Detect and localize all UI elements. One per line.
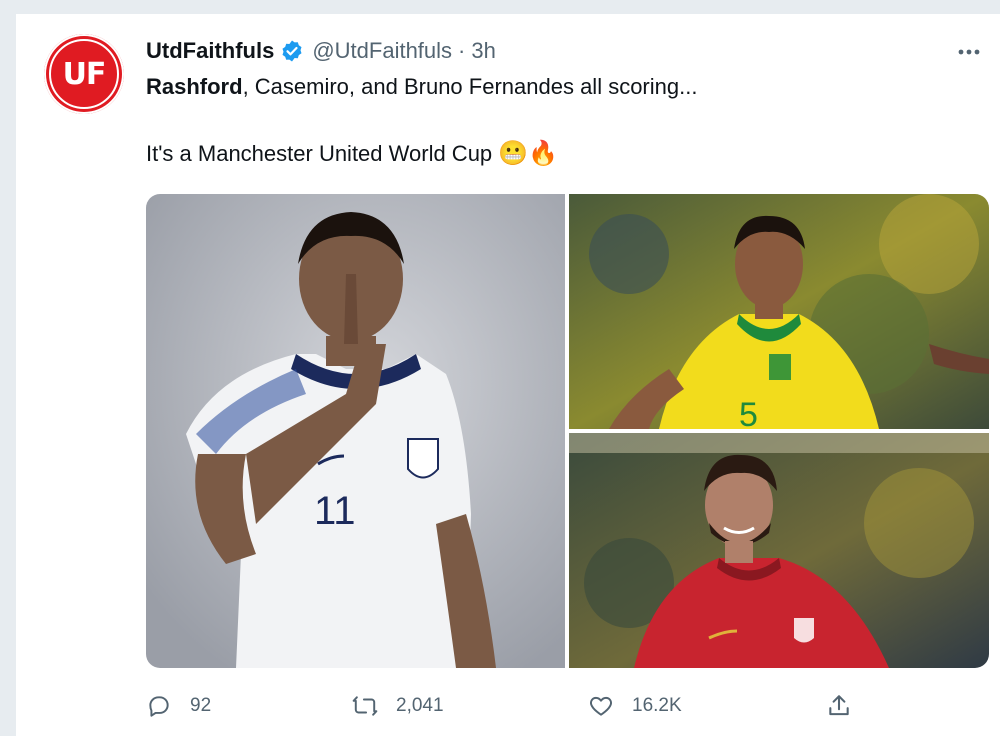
retweet-button[interactable]: 2,041 (352, 690, 444, 722)
like-button[interactable]: 16.2K (588, 690, 682, 722)
tweet-text-line-2-text: It's a Manchester United World Cup (146, 141, 493, 166)
tweet-text-line-1: Rashford, Casemiro, and Bruno Fernandes … (146, 72, 966, 102)
reply-button[interactable]: 92 (146, 690, 211, 722)
tweet-text: Rashford, Casemiro, and Bruno Fernandes … (146, 72, 966, 169)
reply-count: 92 (190, 695, 212, 716)
tweet-actions: 92 2,041 16.2K (146, 690, 986, 722)
england-player-photo[interactable]: 11 (146, 194, 565, 668)
retweet-icon (352, 696, 378, 716)
share-icon (829, 695, 849, 716)
heart-icon (590, 696, 612, 716)
tweet-header: UtdFaithfuls @UtdFaithfuls · 3h (146, 36, 496, 66)
like-count: 16.2K (632, 695, 682, 716)
author-handle[interactable]: @UtdFaithfuls (312, 38, 452, 64)
reply-icon (149, 696, 169, 717)
avatar[interactable]: UF (44, 34, 124, 114)
more-horizontal-icon[interactable] (954, 40, 984, 64)
verified-badge-icon (280, 39, 304, 63)
separator-dot: · (458, 38, 466, 63)
brazil-player-photo[interactable]: 5 (569, 194, 989, 429)
portugal-player-photo[interactable] (569, 433, 989, 668)
tweet-text-bold-name: Rashford (146, 74, 243, 99)
svg-text:5: 5 (739, 396, 758, 429)
retweet-count: 2,041 (396, 695, 444, 716)
tweet-timestamp[interactable]: 3h (471, 38, 495, 64)
tweet-text-line-2: It's a Manchester United World Cup 😬🔥 (146, 139, 966, 169)
avatar-logo-text: UF (62, 56, 107, 92)
tweet-text-line-1-rest: , Casemiro, and Bruno Fernandes all scor… (242, 74, 698, 99)
tweet-media-grid: 11 5 (146, 194, 989, 668)
tweet-emojis: 😬🔥 (498, 140, 558, 167)
author-display-name[interactable]: UtdFaithfuls (146, 38, 274, 64)
tweet-card[interactable]: UF UtdFaithfuls @UtdFaithfuls · 3h Rashf… (16, 14, 1000, 736)
svg-text:11: 11 (314, 489, 356, 533)
share-button[interactable] (826, 690, 870, 722)
